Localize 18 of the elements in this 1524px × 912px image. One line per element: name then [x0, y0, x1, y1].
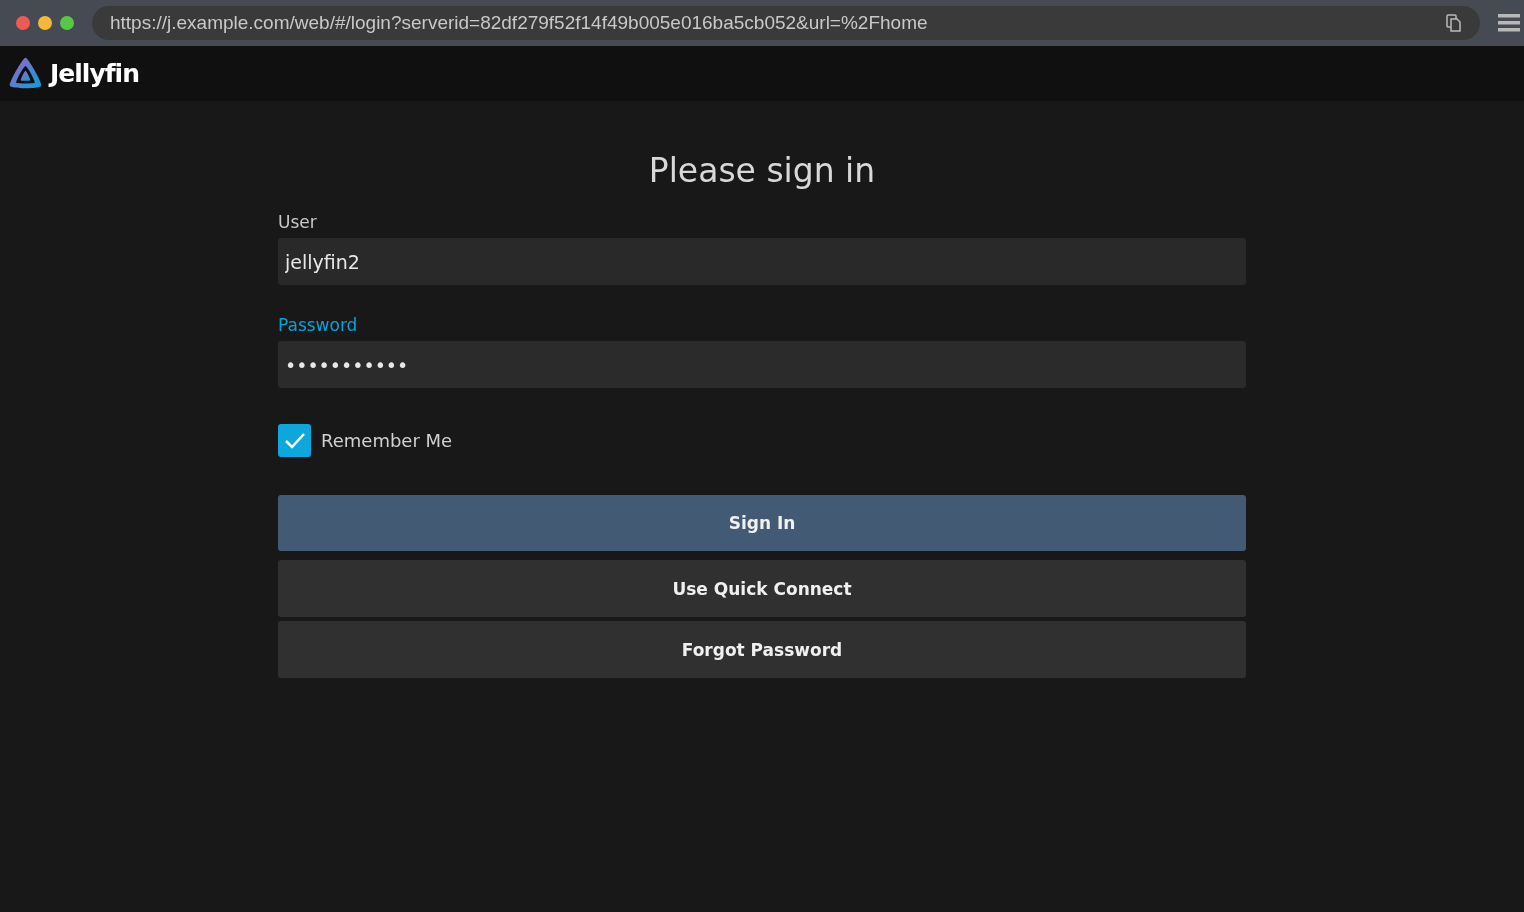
check-icon: [283, 431, 306, 450]
input-field[interactable]: jellyfin2: [278, 238, 1246, 285]
page-title: Please sign in: [647, 151, 877, 190]
copy-icon[interactable]: [1446, 14, 1462, 32]
field-label: User: [278, 212, 317, 232]
close-light[interactable]: [16, 16, 30, 30]
action-button[interactable]: Use Quick Connect: [278, 560, 1246, 617]
menu-icon[interactable]: [1498, 14, 1520, 32]
minimize-light[interactable]: [38, 16, 52, 30]
checkbox[interactable]: [278, 424, 311, 457]
input-field[interactable]: •••••••••••: [278, 341, 1246, 388]
field-label: Password: [278, 315, 358, 335]
address-bar[interactable]: https://j.example.com/web/#/login?serverid=82df279f52f14f49b005e016ba5cb052&url=%2Fhome: [92, 6, 1480, 40]
action-button[interactable]: Forgot Password: [278, 621, 1246, 678]
checkbox-label: Remember Me: [321, 430, 453, 451]
logo-text: Jellyfin: [50, 59, 139, 88]
zoom-light[interactable]: [60, 16, 74, 30]
action-button[interactable]: Sign In: [278, 495, 1246, 551]
